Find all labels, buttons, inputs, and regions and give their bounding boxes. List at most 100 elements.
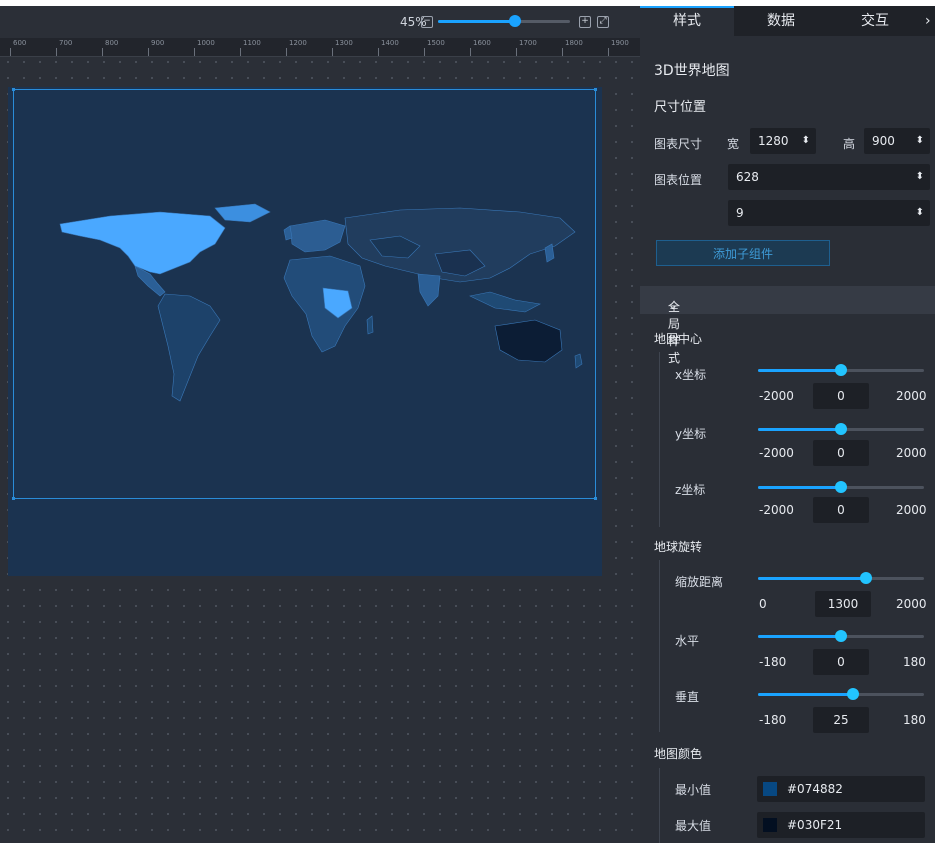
slider-fill xyxy=(758,369,841,372)
position-x-input[interactable]: 628 ⬍ xyxy=(728,164,930,190)
zoom-slider[interactable] xyxy=(438,15,570,27)
global-style-group-header[interactable]: ⌄ 全局样式 xyxy=(640,286,935,365)
tab-scroll-icon[interactable]: › xyxy=(925,13,931,29)
height-input[interactable]: 900 ⬍ xyxy=(864,128,930,154)
width-label: 宽 xyxy=(727,137,740,151)
add-child-component-button[interactable]: 添加子组件 xyxy=(656,240,830,266)
x-coord-slider[interactable] xyxy=(758,364,924,376)
z-value-input[interactable]: 0 xyxy=(813,497,869,523)
component-title: 3D世界地图 xyxy=(654,63,730,79)
slider-fill xyxy=(758,486,841,489)
slider-thumb[interactable] xyxy=(835,364,847,376)
zoom-slider-fill xyxy=(438,20,515,23)
ruler-tick xyxy=(516,48,517,56)
resize-handle[interactable] xyxy=(12,88,15,91)
tab-data[interactable]: 数据 xyxy=(734,6,828,36)
min-value-label: 最小值 xyxy=(675,783,712,797)
horizontal-label: 水平 xyxy=(675,634,700,648)
chart-size-label: 图表尺寸 xyxy=(654,137,703,151)
group-indent-line xyxy=(659,768,660,843)
tab-interaction[interactable]: 交互 xyxy=(828,6,922,36)
ruler-tick xyxy=(240,48,241,56)
spinner-icon[interactable]: ⬍ xyxy=(802,128,810,154)
ruler-label: 1400 xyxy=(381,39,399,47)
zoom-distance-slider[interactable] xyxy=(758,572,924,584)
slider-thumb[interactable] xyxy=(835,630,847,642)
max-color-picker[interactable]: #030F21 xyxy=(757,812,925,838)
zoom-slider-thumb[interactable] xyxy=(509,15,521,27)
ruler-label: 1600 xyxy=(473,39,491,47)
ruler-tick xyxy=(562,48,563,56)
ruler-label: 900 xyxy=(151,39,165,47)
vertical-slider[interactable] xyxy=(758,688,924,700)
horizontal-ruler: 600 700 800 900 1000 1100 1200 1300 1400 1500 1600… xyxy=(0,38,640,57)
width-input[interactable]: 1280 ⬍ xyxy=(750,128,816,154)
slider-thumb[interactable] xyxy=(835,481,847,493)
x-max: 2000 xyxy=(896,389,927,403)
x-value-input[interactable]: 0 xyxy=(813,383,869,409)
zoom-out-icon[interactable]: − xyxy=(421,16,433,28)
spinner-icon[interactable]: ⬍ xyxy=(916,164,924,190)
ruler-label: 600 xyxy=(13,39,27,47)
editor-canvas[interactable]: 45% − + ⤢ 600 700 800 900 1000 1100 1200 1300 14… xyxy=(0,6,640,843)
map-center-label: 地图中心 xyxy=(654,332,703,346)
min-color-picker[interactable]: #074882 xyxy=(757,776,925,802)
max-value-label: 最大值 xyxy=(675,819,712,833)
ruler-tick xyxy=(56,48,57,56)
resize-handle[interactable] xyxy=(12,497,15,500)
distance-value-input[interactable]: 1300 xyxy=(815,591,871,617)
panel-tabs: 样式 数据 交互 xyxy=(640,6,935,36)
slider-thumb[interactable] xyxy=(835,423,847,435)
z-coord-slider[interactable] xyxy=(758,481,924,493)
chart-position-label: 图表位置 xyxy=(654,173,703,187)
min-color-value: #074882 xyxy=(787,782,843,796)
ruler-tick xyxy=(102,48,103,56)
ruler-tick xyxy=(194,48,195,56)
tab-style[interactable]: 样式 xyxy=(640,6,734,36)
ruler-tick xyxy=(378,48,379,56)
min-color-swatch[interactable] xyxy=(763,782,777,796)
resize-handle[interactable] xyxy=(594,497,597,500)
ruler-tick xyxy=(148,48,149,56)
slider-thumb[interactable] xyxy=(860,572,872,584)
map-color-label: 地图颜色 xyxy=(654,747,703,761)
width-value: 1280 xyxy=(758,134,789,148)
slider-thumb[interactable] xyxy=(847,688,859,700)
y-coord-label: y坐标 xyxy=(675,427,707,441)
max-color-swatch[interactable] xyxy=(763,818,777,832)
height-label: 高 xyxy=(843,137,856,151)
ruler-label: 700 xyxy=(59,39,73,47)
resize-handle[interactable] xyxy=(594,88,597,91)
vertical-max: 180 xyxy=(903,713,926,727)
position-y-input[interactable]: 9 ⬍ xyxy=(728,200,930,226)
horizontal-min: -180 xyxy=(759,655,787,669)
zoom-toolbar: 45% − + ⤢ xyxy=(0,6,640,38)
y-value-input[interactable]: 0 xyxy=(813,440,869,466)
ruler-tick xyxy=(470,48,471,56)
horizontal-value-input[interactable]: 0 xyxy=(813,649,869,675)
zoom-distance-label: 缩放距离 xyxy=(675,575,724,589)
vertical-min: -180 xyxy=(759,713,787,727)
x-min: -2000 xyxy=(759,389,794,403)
vertical-value-input[interactable]: 25 xyxy=(813,707,869,733)
ruler-tick xyxy=(286,48,287,56)
ruler-label: 1000 xyxy=(197,39,215,47)
horizontal-max: 180 xyxy=(903,655,926,669)
y-coord-slider[interactable] xyxy=(758,423,924,435)
horizontal-slider[interactable] xyxy=(758,630,924,642)
max-color-value: #030F21 xyxy=(787,818,843,832)
spinner-icon[interactable]: ⬍ xyxy=(916,200,924,226)
x-coord-label: x坐标 xyxy=(675,368,707,382)
ruler-label: 1300 xyxy=(335,39,353,47)
fit-screen-icon[interactable]: ⤢ xyxy=(597,16,609,28)
spinner-icon[interactable]: ⬍ xyxy=(916,128,924,154)
ruler-label: 1200 xyxy=(289,39,307,47)
ruler-tick xyxy=(424,48,425,56)
ruler-label: 1100 xyxy=(243,39,261,47)
ruler-label: 1700 xyxy=(519,39,537,47)
world-map-graphic xyxy=(59,203,583,402)
ruler-label: 1500 xyxy=(427,39,445,47)
zoom-in-icon[interactable]: + xyxy=(579,16,591,28)
slider-fill xyxy=(758,635,841,638)
slider-fill xyxy=(758,693,853,696)
